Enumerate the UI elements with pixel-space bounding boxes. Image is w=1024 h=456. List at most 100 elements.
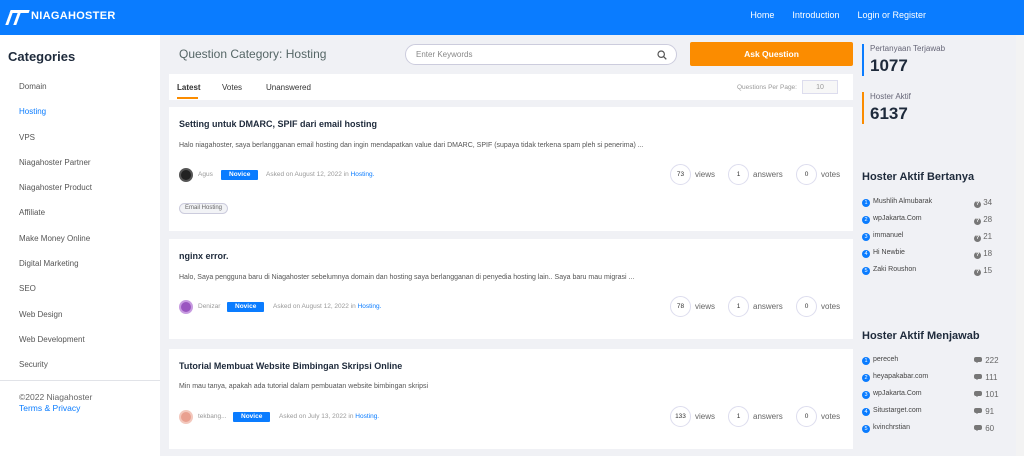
asked-date: Asked on August 12, 2022 in [273, 303, 356, 310]
copyright-text: ©2022 Niagahoster [19, 392, 93, 402]
views-count[interactable]: 73 [670, 164, 691, 185]
question-circle-icon: ? [974, 235, 981, 242]
votes-label: votes [821, 412, 841, 421]
avatar[interactable] [179, 168, 193, 182]
rank-number: 1 [862, 357, 870, 365]
rank-badge: Novice [227, 302, 265, 312]
answers-count[interactable]: 1 [728, 406, 749, 427]
sidebar-divider [0, 380, 160, 381]
page-scrollbar[interactable] [1016, 35, 1024, 456]
votes-count[interactable]: 0 [796, 406, 817, 427]
category-list: Domain Hosting VPS Niagahoster Partner N… [19, 82, 92, 386]
category-item-security[interactable]: Security [19, 360, 92, 385]
user-name[interactable]: immanuel [873, 232, 903, 239]
per-page-input[interactable] [802, 80, 838, 94]
question-title[interactable]: Tutorial Membuat Website Bimbingan Skrip… [179, 361, 402, 371]
user-name[interactable]: wpJakarta.Com [873, 390, 922, 397]
category-item-niagahoster-partner[interactable]: Niagahoster Partner [19, 158, 92, 183]
active-hosters-stat: Hoster Aktif 6137 [862, 92, 911, 124]
question-circle-icon: ? [974, 252, 981, 259]
answer-count: 222 [974, 356, 999, 365]
answer-count: 111 [974, 373, 997, 382]
answers-label: answers [753, 302, 783, 311]
category-item-niagahoster-product[interactable]: Niagahoster Product [19, 183, 92, 208]
question-card: Setting untuk DMARC, SPIF dari email hos… [169, 107, 853, 231]
user-name[interactable]: Zaki Roushon [873, 266, 916, 273]
rank-number: 1 [862, 199, 870, 207]
category-item-affiliate[interactable]: Affiliate [19, 208, 92, 233]
question-circle-icon: ? [974, 201, 981, 208]
tab-votes[interactable]: Votes [222, 83, 242, 92]
copyright: ©2022 Niagahoster Terms & Privacy [19, 392, 92, 414]
category-item-domain[interactable]: Domain [19, 82, 92, 107]
search-icon[interactable] [657, 50, 667, 60]
question-author[interactable]: Agus [198, 171, 213, 178]
category-item-hosting[interactable]: Hosting [19, 107, 92, 132]
comments-icon [974, 408, 982, 414]
views-count[interactable]: 78 [670, 296, 691, 317]
top-answerers-title: Hoster Aktif Menjawab [862, 330, 980, 342]
category-item-make-money-online[interactable]: Make Money Online [19, 234, 92, 259]
ask-question-button[interactable]: Ask Question [690, 42, 853, 66]
top-navbar: NIAGAHOSTER Home Introduction Login or R… [0, 0, 1024, 35]
question-category-link[interactable]: Hosting. [351, 171, 375, 178]
rank-number: 3 [862, 233, 870, 241]
question-excerpt: Halo niagahoster, saya berlangganan emai… [179, 142, 644, 149]
list-item: 5 kvinchrstian 60 [862, 423, 1012, 440]
avatar[interactable] [179, 410, 193, 424]
comments-icon [974, 357, 982, 363]
question-title[interactable]: nginx error. [179, 251, 229, 261]
sidebar-title: Categories [8, 49, 76, 64]
active-tab-indicator [177, 97, 198, 99]
question-tag[interactable]: Email Hosting [179, 203, 229, 214]
answered-label: Pertanyaan Terjawab [870, 44, 946, 53]
top-askers-list: 1 Mushlih Almubarak? 34 2 wpJakarta.Com? 2… [862, 197, 1012, 282]
active-value: 6137 [870, 104, 908, 123]
tab-latest[interactable]: Latest [177, 83, 201, 92]
rank-number: 2 [862, 374, 870, 382]
list-item: 3 wpJakarta.Com 101 [862, 389, 1012, 406]
question-author[interactable]: tekbang... [198, 413, 227, 420]
question-excerpt: Halo, Saya pengguna baru di Niagahoster … [179, 274, 635, 281]
rank-number: 3 [862, 391, 870, 399]
search-input[interactable] [405, 44, 677, 65]
user-name[interactable]: kvinchrstian [873, 424, 910, 431]
asked-info: Asked on August 12, 2022 in Hosting. [273, 303, 381, 310]
category-item-seo[interactable]: SEO [19, 284, 92, 309]
list-item: 1 Mushlih Almubarak ? 34 [862, 197, 1012, 214]
question-author[interactable]: Denizar [198, 303, 220, 310]
answers-count[interactable]: 1 [728, 164, 749, 185]
nav-login-register[interactable]: Login or Register [857, 10, 926, 20]
question-count: ? 28 [974, 215, 993, 225]
category-item-web-design[interactable]: Web Design [19, 310, 92, 335]
answered-value: 1077 [870, 56, 908, 75]
question-category-link[interactable]: Hosting. [355, 413, 379, 420]
user-name[interactable]: heyapakabar.com [873, 373, 928, 380]
question-title[interactable]: Setting untuk DMARC, SPIF dari email hos… [179, 119, 377, 129]
asked-date: Asked on July 13, 2022 in [279, 413, 354, 420]
brand-name: NIAGAHOSTER [31, 10, 116, 22]
terms-privacy-link[interactable]: Terms & Privacy [19, 403, 92, 414]
nav-introduction[interactable]: Introduction [792, 10, 839, 20]
logo-icon [8, 10, 26, 22]
nav-home[interactable]: Home [750, 10, 774, 20]
brand-logo[interactable]: NIAGAHOSTER [8, 10, 116, 22]
votes-count[interactable]: 0 [796, 296, 817, 317]
avatar[interactable] [179, 300, 193, 314]
tab-unanswered[interactable]: Unanswered [266, 83, 311, 92]
user-name[interactable]: wpJakarta.Com [873, 215, 922, 222]
category-item-digital-marketing[interactable]: Digital Marketing [19, 259, 92, 284]
question-category-link[interactable]: Hosting. [358, 303, 382, 310]
answers-count[interactable]: 1 [728, 296, 749, 317]
votes-count[interactable]: 0 [796, 164, 817, 185]
user-name[interactable]: Mushlih Almubarak [873, 198, 932, 205]
views-count[interactable]: 133 [670, 406, 691, 427]
list-item: 4 Situstarget.com 91 [862, 406, 1012, 423]
user-name[interactable]: Situstarget.com [873, 407, 922, 414]
user-name[interactable]: pereceh [873, 356, 898, 363]
comments-icon [974, 374, 982, 380]
user-name[interactable]: Hi Newbie [873, 249, 905, 256]
category-item-vps[interactable]: VPS [19, 133, 92, 158]
rank-number: 4 [862, 408, 870, 416]
category-item-web-development[interactable]: Web Development [19, 335, 92, 360]
